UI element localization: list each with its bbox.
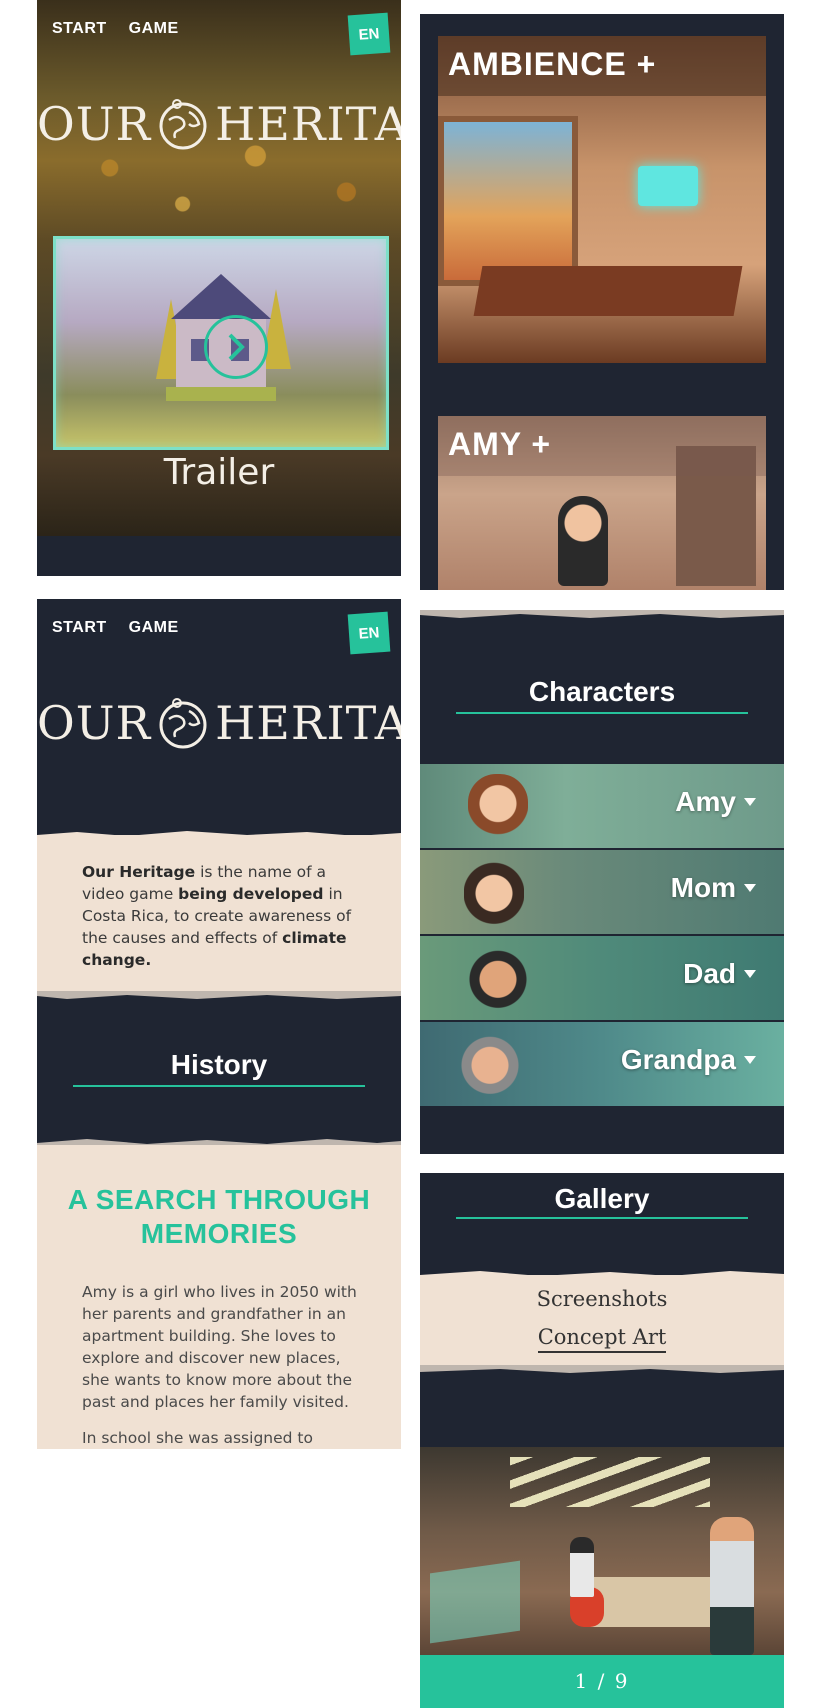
story-paragraph-2: In school she was assigned to xyxy=(82,1429,313,1447)
about-panel: START GAME EN OUR HERITAGE Our Heritage … xyxy=(37,599,401,1449)
character-row-grandpa[interactable]: Grandpa xyxy=(420,1022,784,1106)
story-paragraph-1: Amy is a girl who lives in 2050 with her… xyxy=(82,1283,357,1411)
girl-figure xyxy=(570,1537,594,1597)
tab-concept-art-label: Concept Art xyxy=(537,1325,667,1353)
torn-edge xyxy=(37,991,401,999)
gallery-counter: 1 / 9 xyxy=(420,1655,784,1708)
story-title: A SEARCH THROUGH MEMORIES xyxy=(37,1183,401,1251)
caret-down-icon xyxy=(744,884,756,892)
holo-screen-art xyxy=(430,1560,520,1644)
gallery-panel: Gallery Screenshots Concept Art 1 / 9 xyxy=(420,1173,784,1708)
scene-ambience[interactable]: AMBIENCE + xyxy=(438,36,766,363)
scenes-panel: AMBIENCE + AMY + xyxy=(420,14,784,590)
top-nav: START GAME xyxy=(52,20,179,38)
hero-panel: START GAME EN OUR HERITAGE xyxy=(37,0,401,576)
caret-down-icon xyxy=(744,970,756,978)
about-game-name: Our Heritage xyxy=(82,863,196,881)
language-button[interactable]: EN xyxy=(347,611,391,655)
caret-down-icon xyxy=(744,798,756,806)
about-emphasis-1: being developed xyxy=(178,885,324,903)
logo: OUR HERITAGE xyxy=(37,695,401,751)
torn-edge xyxy=(420,1365,784,1373)
tab-concept-art[interactable]: Concept Art xyxy=(420,1325,784,1353)
character-row-dad[interactable]: Dad xyxy=(420,936,784,1020)
logo-right: HERITAGE xyxy=(215,97,401,151)
grandpa-portrait xyxy=(460,1032,520,1106)
character-name-grandpa: Grandpa xyxy=(620,1044,736,1075)
gallery-tabs: Screenshots Concept Art xyxy=(420,1275,784,1369)
chevron-right-icon xyxy=(228,333,245,361)
character-name-mom: Mom xyxy=(670,872,736,903)
characters-panel: Characters Amy Mom Dad Grandpa xyxy=(420,610,784,1154)
characters-title-underline xyxy=(456,712,748,714)
trailer-thumbnail[interactable] xyxy=(53,236,389,450)
torn-edge xyxy=(37,831,401,839)
character-name-amy: Amy xyxy=(675,786,736,817)
logo-right: HERITAGE xyxy=(215,696,401,750)
character-row-mom[interactable]: Mom xyxy=(420,850,784,934)
language-button[interactable]: EN xyxy=(347,12,391,56)
ceiling-lights xyxy=(510,1457,710,1507)
nav-start[interactable]: START xyxy=(52,20,107,38)
amy-portrait xyxy=(468,774,528,848)
character-name-dad: Dad xyxy=(683,958,736,989)
logo-left: OUR xyxy=(37,696,152,750)
amy-title[interactable]: AMY + xyxy=(448,426,551,463)
mom-portrait xyxy=(464,860,524,934)
table-art xyxy=(473,266,743,316)
bed-art xyxy=(590,1577,730,1627)
gallery-image[interactable] xyxy=(420,1447,784,1655)
history-title: History xyxy=(170,1049,268,1080)
story-title-line-1: A SEARCH THROUGH xyxy=(67,1184,371,1215)
window-art xyxy=(438,116,578,286)
dad-portrait xyxy=(468,946,528,1020)
ambience-title[interactable]: AMBIENCE + xyxy=(448,46,656,83)
logo: OUR HERITAGE xyxy=(37,96,401,152)
play-button[interactable] xyxy=(204,315,268,379)
top-nav: START GAME xyxy=(52,619,179,637)
character-row-amy[interactable]: Amy xyxy=(420,764,784,848)
characters-title: Characters xyxy=(528,676,676,707)
scene-amy[interactable]: AMY + xyxy=(438,416,766,590)
nav-game[interactable]: GAME xyxy=(129,20,179,38)
nav-game[interactable]: GAME xyxy=(129,619,179,637)
gallery-title-underline xyxy=(456,1217,748,1219)
trailer-label: Trailer xyxy=(163,452,275,493)
globe-icon xyxy=(159,99,207,150)
gallery-title: Gallery xyxy=(554,1183,650,1214)
torn-edge xyxy=(420,610,784,618)
history-title-underline xyxy=(73,1085,365,1087)
about-text: Our Heritage is the name of a video game… xyxy=(82,861,365,971)
globe-icon xyxy=(159,698,207,749)
amy-figure xyxy=(558,496,608,586)
screen-art xyxy=(638,166,698,206)
story-title-line-2: MEMORIES xyxy=(140,1218,298,1249)
caret-down-icon xyxy=(744,1056,756,1064)
nav-start[interactable]: START xyxy=(52,619,107,637)
logo-left: OUR xyxy=(37,97,152,151)
man-figure xyxy=(710,1517,754,1655)
tab-screenshots[interactable]: Screenshots xyxy=(420,1287,784,1311)
